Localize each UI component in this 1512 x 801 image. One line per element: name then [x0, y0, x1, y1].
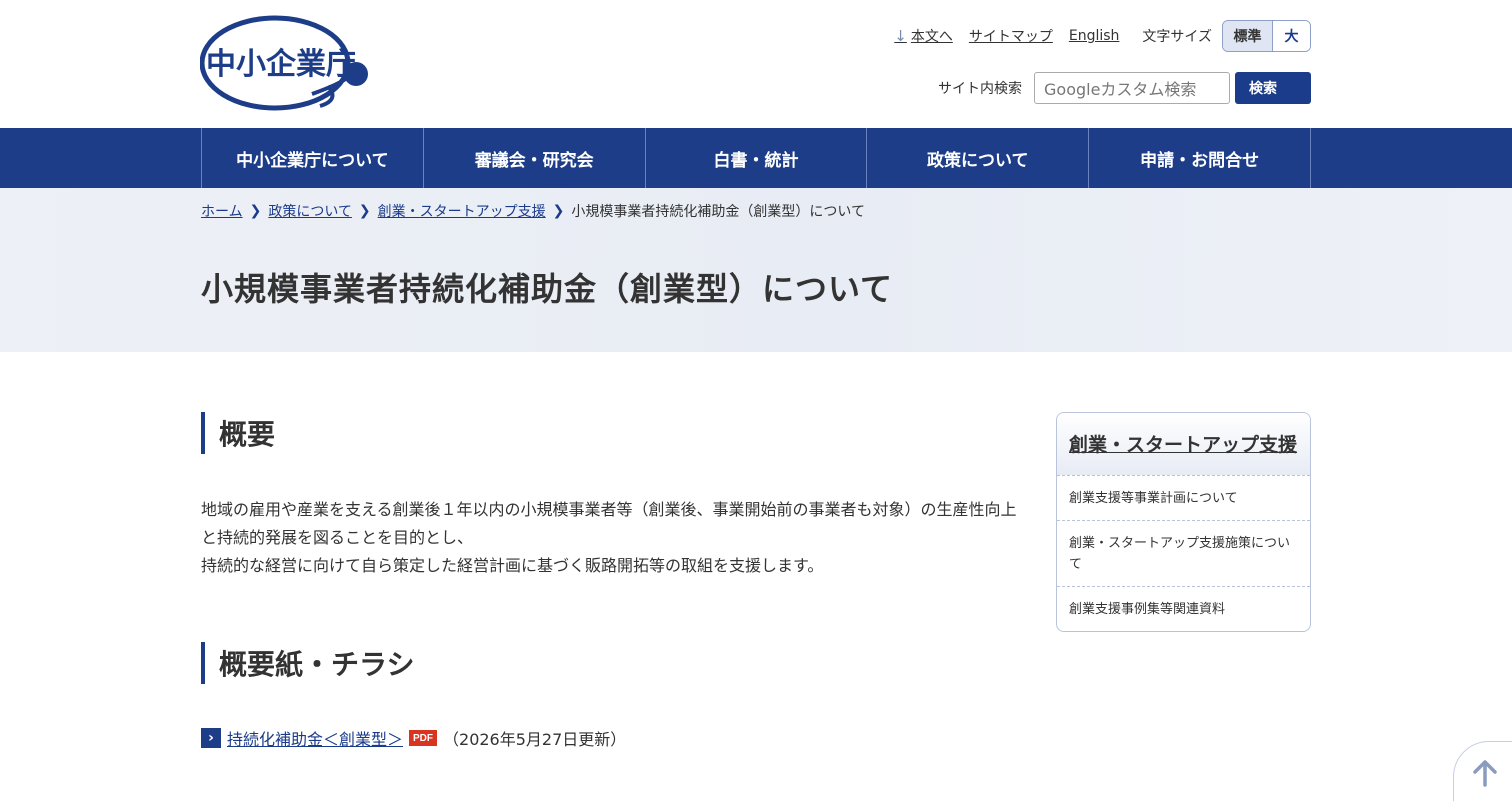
font-size-label: 文字サイズ: [1142, 29, 1212, 45]
font-size-standard-button[interactable]: 標準: [1223, 21, 1273, 51]
global-nav: 中小企業庁について 審議会・研究会 白書・統計 政策について 申請・お問合せ: [0, 128, 1512, 188]
overview-line-2: 持続的な経営に向けて自ら策定した経営計画に基づく販路開拓等の取組を支援します。: [201, 556, 824, 575]
skip-to-content-link[interactable]: ↓ 本文へ: [894, 26, 953, 46]
section-heading-flyer: 概要紙・チラシ: [201, 642, 1021, 684]
nav-item-policy[interactable]: 政策について: [867, 128, 1090, 188]
site-search: サイト内検索 Googleカスタム検索 検索: [938, 72, 1311, 104]
side-nav-item-cases[interactable]: 創業支援事例集等関連資料: [1057, 586, 1310, 631]
font-size-toggle: 標準 大: [1222, 20, 1311, 52]
breadcrumb-policy[interactable]: 政策について: [268, 201, 352, 221]
site-logo[interactable]: 中小企業庁: [200, 14, 372, 112]
site-header: 中小企業庁 ↓ 本文へ サイトマップ English 文字サイズ 標準 大 サイ…: [0, 0, 1512, 128]
nav-item-council[interactable]: 審議会・研究会: [424, 128, 646, 188]
overview-text: 地域の雇用や産業を支える創業後１年以内の小規模事業者等（創業後、事業開始前の事業…: [201, 496, 1021, 580]
arrow-up-icon: [1473, 760, 1497, 787]
chevron-right-icon: ›: [201, 728, 221, 748]
breadcrumb: ホーム ❯ 政策について ❯ 創業・スタートアップ支援 ❯ 小規模事業者持続化補…: [201, 201, 865, 221]
nav-item-about[interactable]: 中小企業庁について: [202, 128, 424, 188]
breadcrumb-startup[interactable]: 創業・スタートアップ支援: [378, 201, 546, 221]
sitemap-link[interactable]: サイトマップ: [969, 26, 1053, 46]
page-top-button[interactable]: [1453, 741, 1512, 801]
search-input[interactable]: Googleカスタム検索: [1034, 72, 1230, 104]
flyer-pdf-link[interactable]: 持続化補助金＜創業型＞: [227, 726, 403, 750]
pdf-icon: PDF: [409, 730, 438, 746]
breadcrumb-home[interactable]: ホーム: [201, 201, 243, 221]
search-button[interactable]: 検索: [1235, 72, 1311, 104]
chevron-right-icon: ❯: [249, 203, 262, 219]
page-hero: ホーム ❯ 政策について ❯ 創業・スタートアップ支援 ❯ 小規模事業者持続化補…: [0, 188, 1512, 352]
svg-text:中小企業庁: 中小企業庁: [206, 47, 356, 82]
breadcrumb-current: 小規模事業者持続化補助金（創業型）について: [571, 204, 865, 220]
chevron-right-icon: ❯: [358, 203, 371, 219]
update-date: （2026年5月27日更新）: [443, 730, 627, 749]
document-item: › 持続化補助金＜創業型＞ PDF （2026年5月27日更新）: [201, 726, 1021, 750]
nav-item-whitepaper[interactable]: 白書・統計: [646, 128, 868, 188]
english-link[interactable]: English: [1069, 28, 1120, 44]
font-size-large-button[interactable]: 大: [1273, 21, 1310, 51]
utility-bar: ↓ 本文へ サイトマップ English 文字サイズ 標準 大: [878, 20, 1311, 52]
arrow-down-icon: ↓: [894, 27, 907, 45]
page-title: 小規模事業者持続化補助金（創業型）について: [201, 270, 894, 308]
chevron-right-icon: ❯: [552, 203, 565, 219]
side-nav-title-link[interactable]: 創業・スタートアップ支援: [1069, 434, 1297, 456]
side-nav-item-plan[interactable]: 創業支援等事業計画について: [1057, 475, 1310, 520]
skip-link-label: 本文へ: [910, 29, 953, 45]
overview-line-1: 地域の雇用や産業を支える創業後１年以内の小規模事業者等（創業後、事業開始前の事業…: [201, 500, 1017, 547]
section-heading-overview: 概要: [201, 412, 1021, 454]
nav-item-contact[interactable]: 申請・お問合せ: [1089, 128, 1311, 188]
main-content: 概要 地域の雇用や産業を支える創業後１年以内の小規模事業者等（創業後、事業開始前…: [201, 412, 1021, 750]
side-nav-title: 創業・スタートアップ支援: [1057, 413, 1310, 475]
search-label: サイト内検索: [938, 81, 1022, 97]
side-nav-item-measures[interactable]: 創業・スタートアップ支援施策について: [1057, 520, 1310, 586]
side-nav: 創業・スタートアップ支援 創業支援等事業計画について 創業・スタートアップ支援施…: [1056, 412, 1311, 632]
